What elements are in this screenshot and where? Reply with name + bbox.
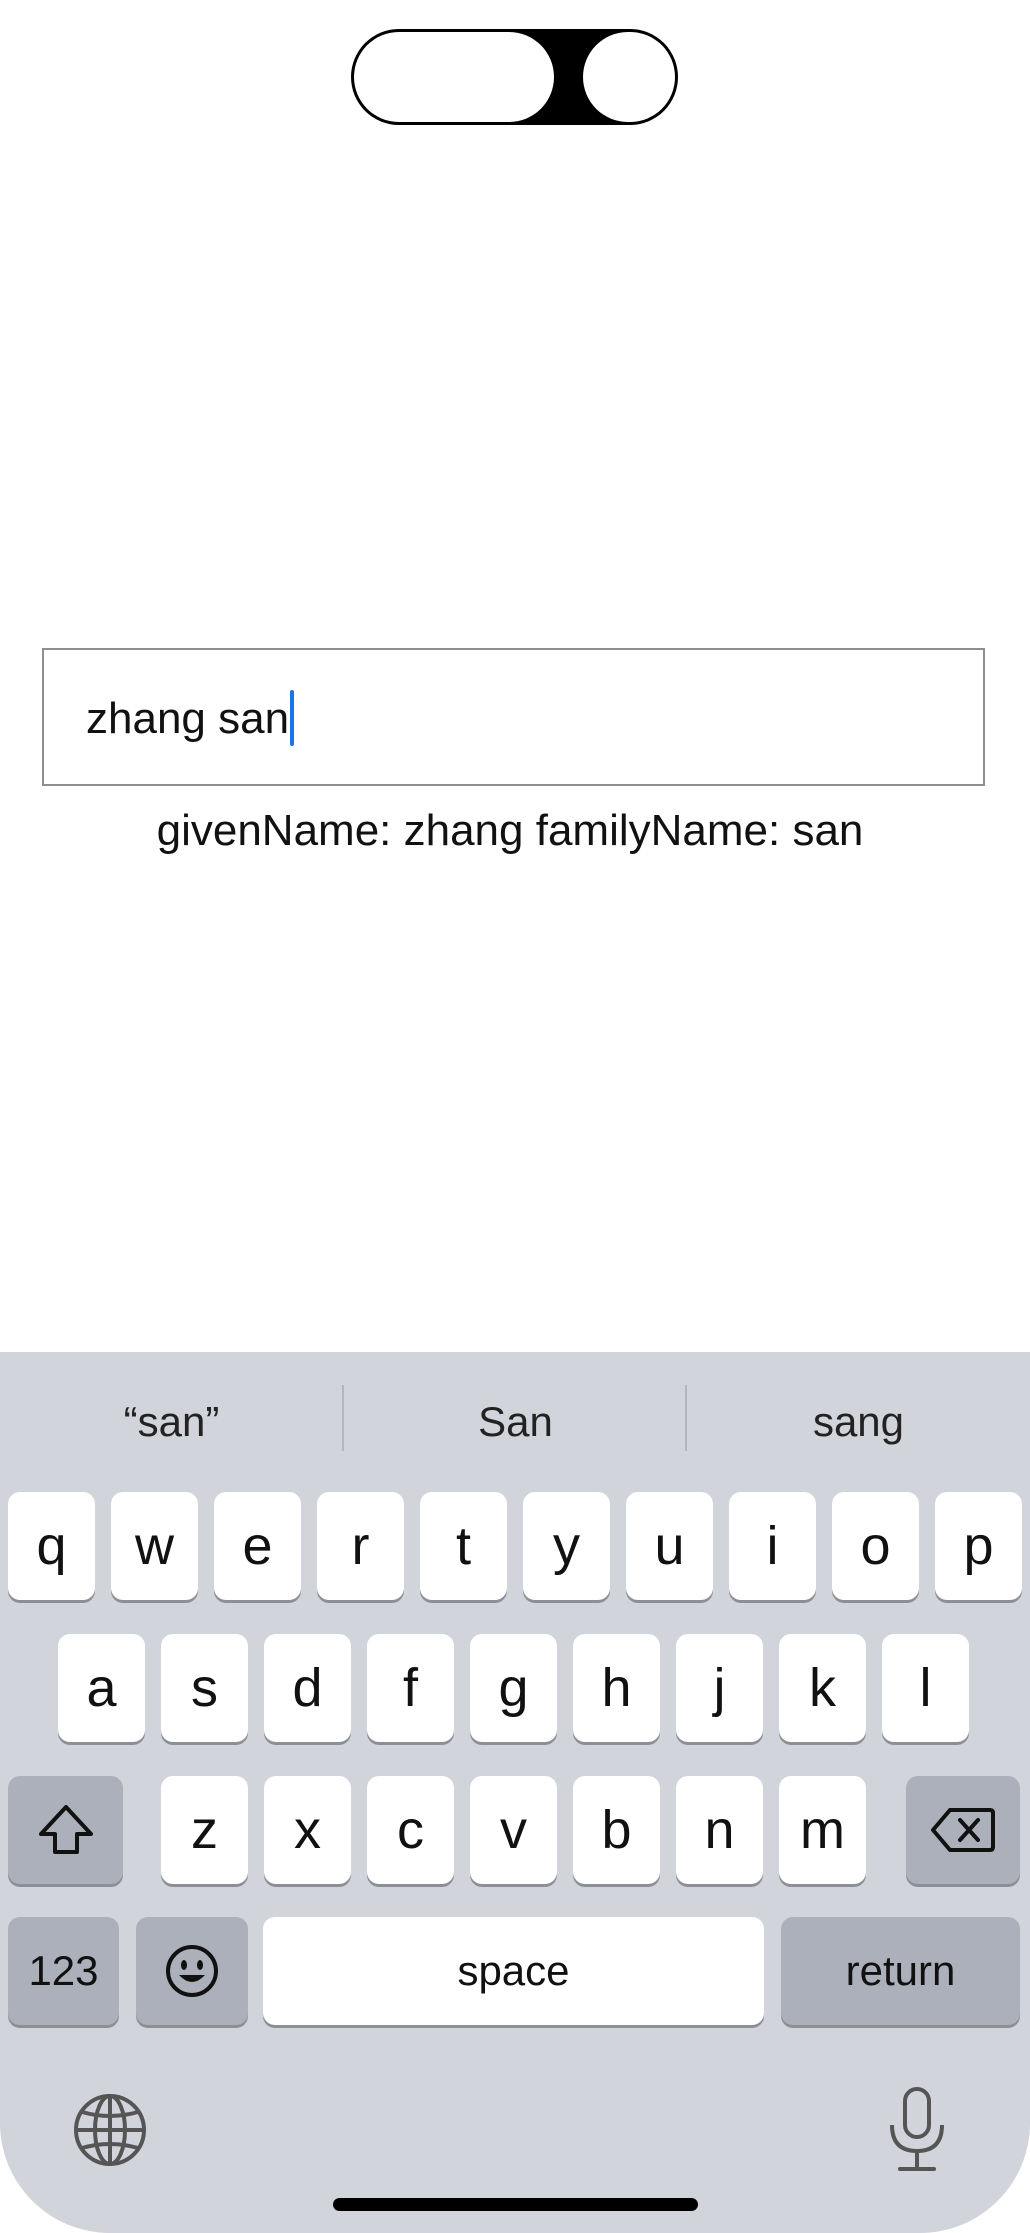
key-label: e: [242, 1516, 273, 1576]
dictation-button[interactable]: [880, 2085, 954, 2175]
numbers-key[interactable]: 123: [8, 1917, 119, 2025]
key-label: z: [191, 1800, 218, 1860]
key-label: s: [191, 1658, 218, 1718]
key-l[interactable]: l: [882, 1634, 969, 1742]
key-x[interactable]: x: [264, 1776, 351, 1884]
key-j[interactable]: j: [676, 1634, 763, 1742]
key-m[interactable]: m: [779, 1776, 866, 1884]
key-label: b: [601, 1800, 632, 1860]
key-label: l: [919, 1658, 932, 1718]
key-label: m: [800, 1800, 845, 1860]
key-n[interactable]: n: [676, 1776, 763, 1884]
emoji-key[interactable]: [136, 1917, 248, 2025]
emoji-icon: [166, 1945, 218, 1997]
key-z[interactable]: z: [161, 1776, 248, 1884]
numbers-key-label: 123: [28, 1947, 99, 1994]
home-indicator[interactable]: [333, 2198, 698, 2211]
key-label: q: [36, 1516, 67, 1576]
delete-icon: [931, 1808, 995, 1852]
text-cursor: [290, 690, 295, 747]
key-label: h: [601, 1658, 632, 1718]
key-label: w: [135, 1516, 174, 1576]
key-label: d: [292, 1658, 323, 1718]
key-y[interactable]: y: [523, 1492, 610, 1600]
key-label: k: [809, 1658, 836, 1718]
key-u[interactable]: u: [626, 1492, 713, 1600]
key-label: t: [455, 1516, 471, 1576]
key-i[interactable]: i: [729, 1492, 816, 1600]
space-key[interactable]: space: [263, 1917, 764, 2025]
suggestion-1[interactable]: “san”: [0, 1352, 343, 1492]
delete-key[interactable]: [906, 1776, 1020, 1884]
key-label: c: [397, 1800, 424, 1860]
key-v[interactable]: v: [470, 1776, 557, 1884]
key-p[interactable]: p: [935, 1492, 1022, 1600]
key-label: f: [402, 1658, 418, 1718]
shift-icon: [38, 1805, 93, 1854]
key-label: y: [553, 1516, 580, 1576]
globe-icon: [74, 2094, 146, 2166]
key-label: j: [713, 1658, 726, 1718]
parsed-name-label: givenName: zhang familyName: san: [156, 806, 864, 855]
key-c[interactable]: c: [367, 1776, 454, 1884]
microphone-icon: [890, 2087, 944, 2171]
key-label: n: [704, 1800, 735, 1860]
key-s[interactable]: s: [161, 1634, 248, 1742]
key-w[interactable]: w: [111, 1492, 198, 1600]
key-b[interactable]: b: [573, 1776, 660, 1884]
key-label: v: [500, 1800, 527, 1860]
key-k[interactable]: k: [779, 1634, 866, 1742]
key-d[interactable]: d: [264, 1634, 351, 1742]
key-label: a: [86, 1658, 117, 1718]
text-field-value: zhang san: [86, 694, 290, 743]
space-key-label: space: [457, 1947, 570, 1994]
name-text-field[interactable]: zhang san: [42, 648, 985, 786]
return-key-label: return: [845, 1947, 956, 1994]
key-h[interactable]: h: [573, 1634, 660, 1742]
globe-button[interactable]: [70, 2090, 150, 2170]
shift-key[interactable]: [8, 1776, 123, 1884]
key-f[interactable]: f: [367, 1634, 454, 1742]
key-label: u: [654, 1516, 685, 1576]
suggestion-3[interactable]: sang: [687, 1352, 1030, 1492]
key-g[interactable]: g: [470, 1634, 557, 1742]
return-key[interactable]: return: [781, 1917, 1020, 2025]
suggestion-2[interactable]: San: [344, 1352, 687, 1492]
key-label: r: [351, 1516, 370, 1576]
key-label: o: [860, 1516, 891, 1576]
key-e[interactable]: e: [214, 1492, 301, 1600]
key-r[interactable]: r: [317, 1492, 404, 1600]
key-o[interactable]: o: [832, 1492, 919, 1600]
key-label: g: [498, 1658, 529, 1718]
key-label: x: [294, 1800, 321, 1860]
key-label: i: [766, 1516, 779, 1576]
key-t[interactable]: t: [420, 1492, 507, 1600]
keyboard: “san” San sang q w e r t y u i o p a s d f g h j k l z x c v…: [0, 1352, 1030, 2233]
key-label: p: [963, 1516, 994, 1576]
dynamic-island: [351, 29, 678, 125]
key-q[interactable]: q: [8, 1492, 95, 1600]
key-a[interactable]: a: [58, 1634, 145, 1742]
